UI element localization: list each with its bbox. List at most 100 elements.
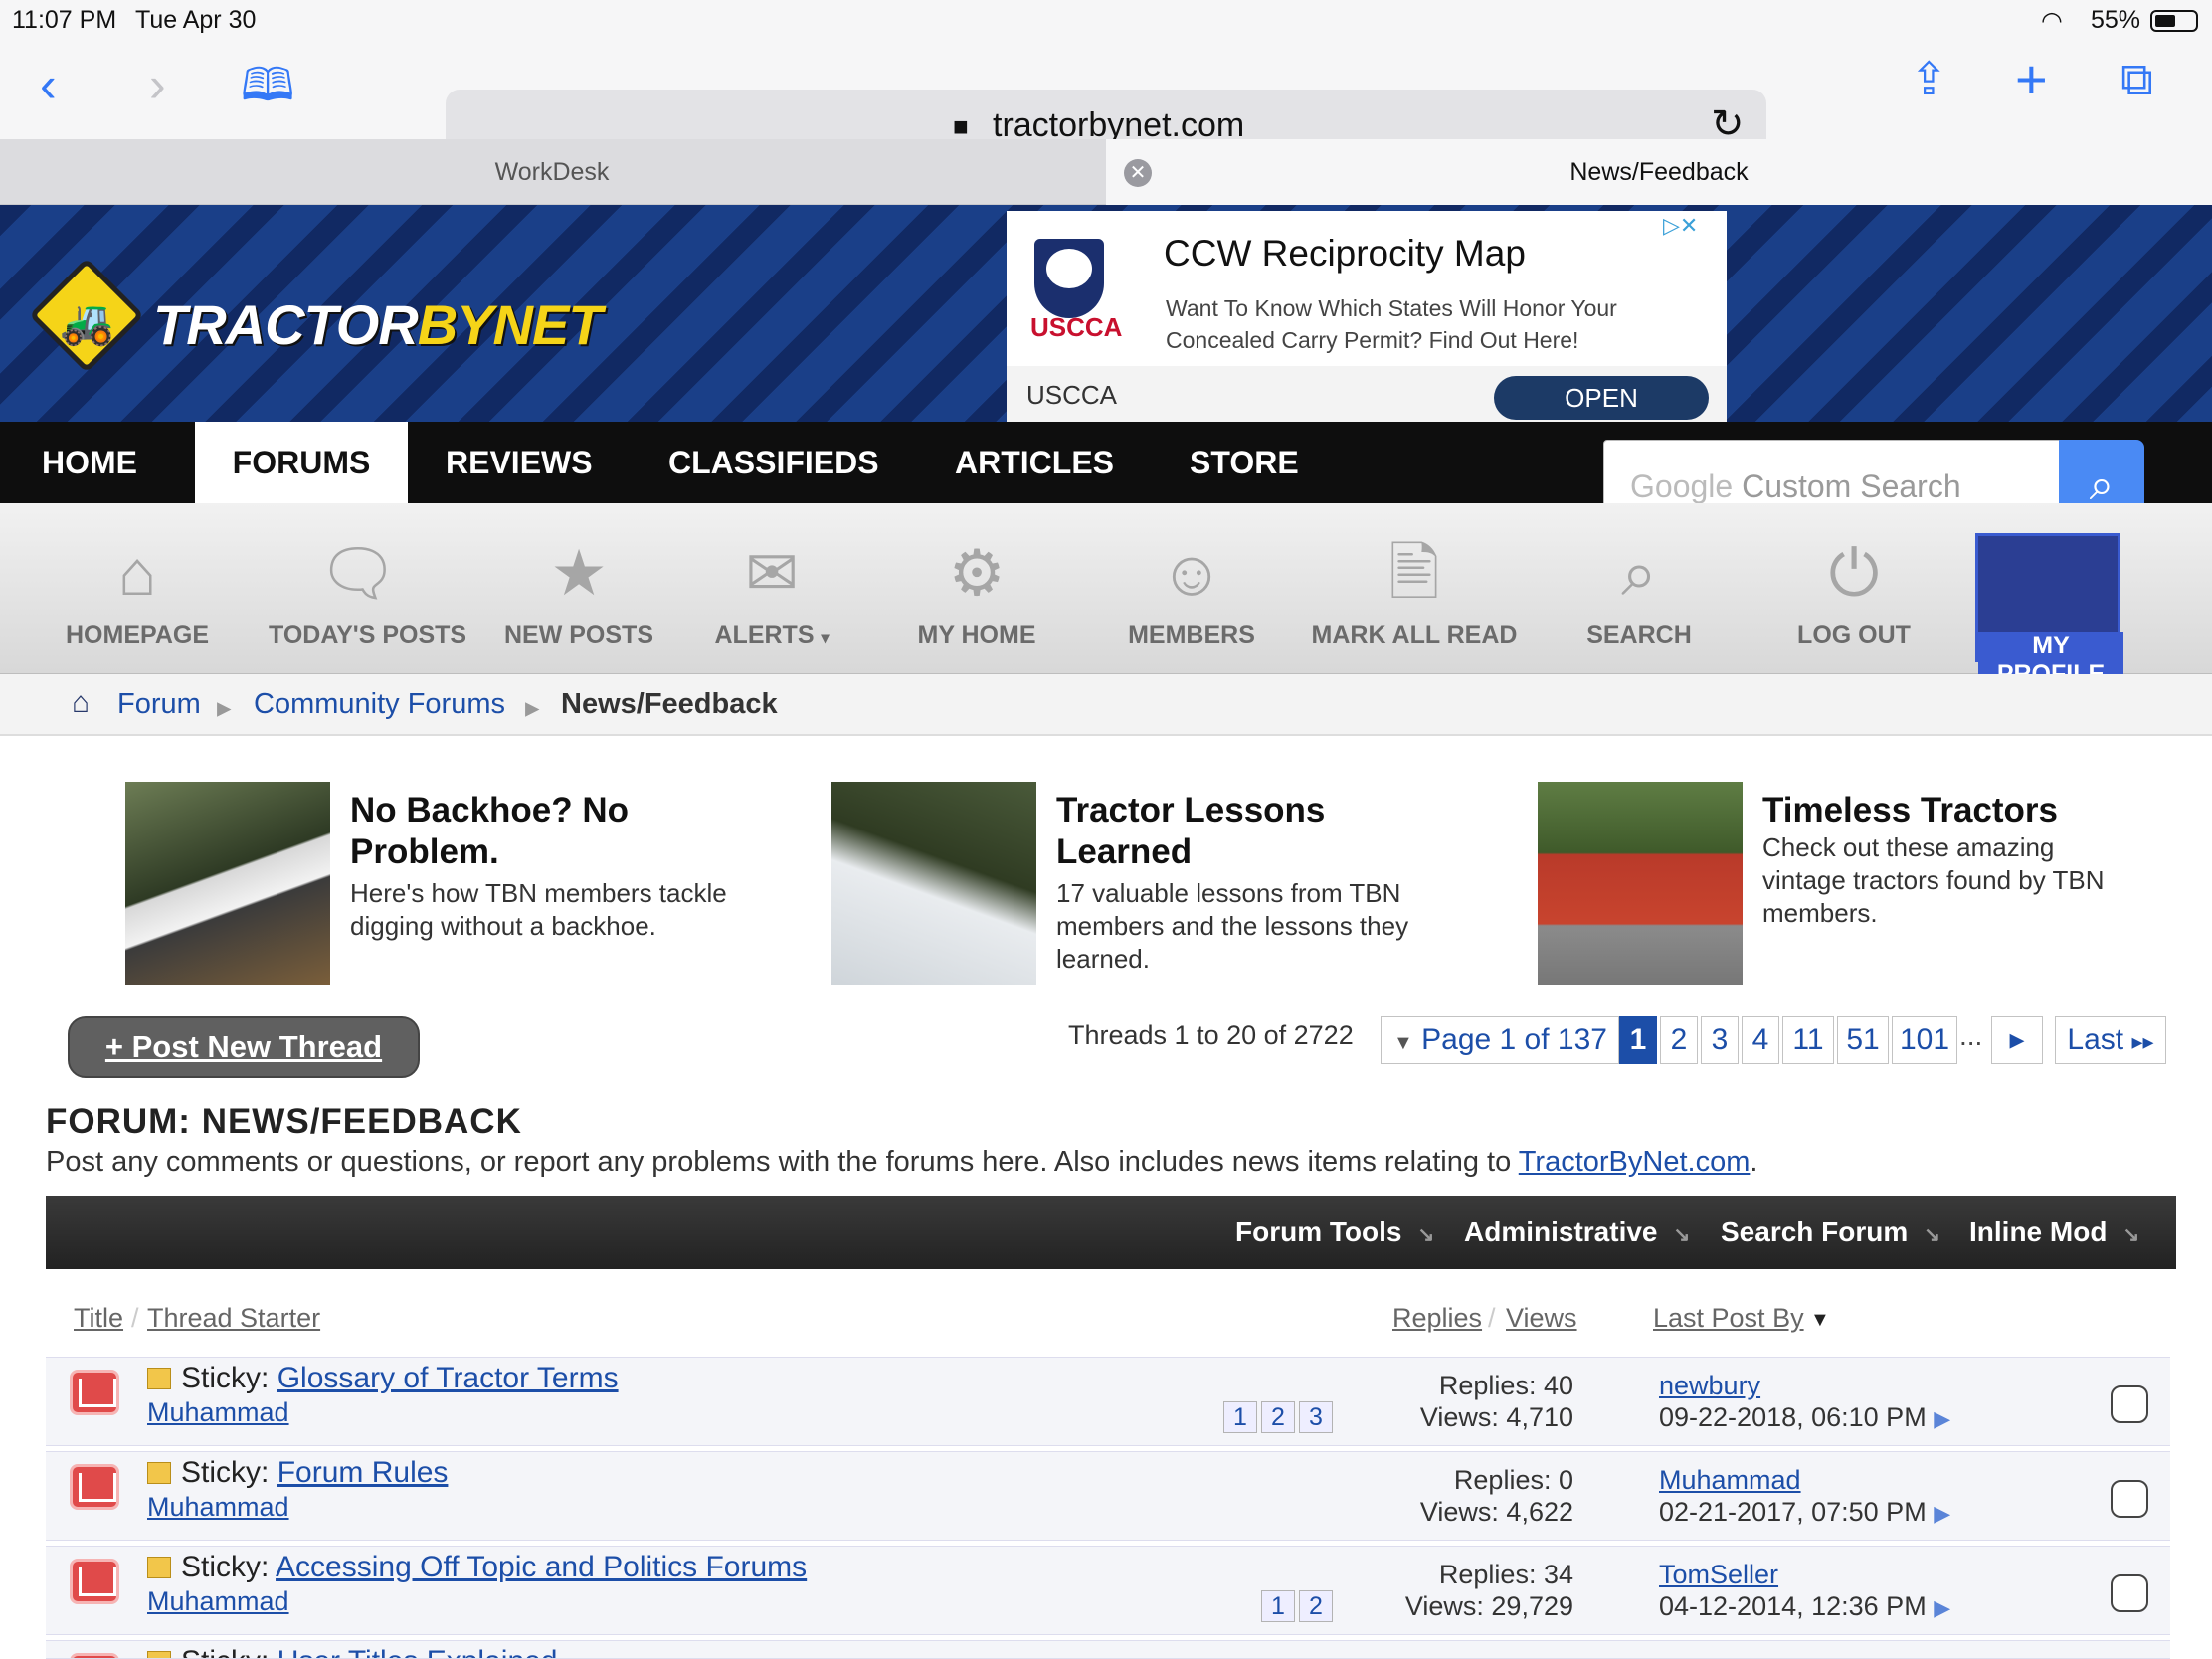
promo-image[interactable] [125,782,330,985]
subnav-new-posts[interactable]: ★ NEW POSTS [489,533,668,649]
thread-select-checkbox[interactable] [2111,1385,2148,1423]
thread-link[interactable]: Forum Rules [277,1456,449,1489]
thread-select-checkbox[interactable] [2111,1574,2148,1612]
subnav-label: TODAY'S POSTS [269,621,467,648]
table-row[interactable]: Sticky: Forum Rules Muhammad Replies: 0V… [46,1451,2170,1541]
page-link[interactable]: 2 [1660,1016,1698,1064]
home-icon[interactable]: ⌂ [72,686,90,720]
go-to-last-post-icon[interactable]: ▶ [1934,1595,1950,1620]
subnav-homepage[interactable]: ⌂ HOMEPAGE [48,533,227,649]
ad-open-button[interactable]: OPEN [1494,376,1709,420]
thread-link[interactable]: User Titles Explained [277,1645,558,1658]
subnav-label: MEMBERS [1128,621,1255,648]
thread-link[interactable]: Glossary of Tractor Terms [277,1362,619,1394]
promo-image[interactable] [1538,782,1743,985]
go-to-last-post-icon[interactable]: ▶ [1934,1406,1950,1431]
page-link[interactable]: 101 [1892,1016,1957,1064]
next-page-button[interactable]: ▸ [1991,1016,2043,1064]
page-link[interactable]: 3 [1701,1016,1739,1064]
last-post-date: 04-12-2014, 12:36 PM [1659,1591,1927,1621]
tractor-icon: 🚜 [60,298,114,347]
last-post-user[interactable]: newbury [1659,1371,1760,1400]
subnav-label: MARK ALL READ [1311,621,1518,648]
sort-title[interactable]: Title [74,1303,123,1334]
subnav-my-profile[interactable]: MY PROFILE [1975,533,2123,689]
breadcrumb-community-forums[interactable]: Community Forums [254,688,505,721]
thread-starter[interactable]: Muhammad [147,1397,289,1428]
nav-home[interactable]: HOME [42,422,181,503]
thread-starter[interactable]: Muhammad [147,1586,289,1617]
subnav-label: HOMEPAGE [66,621,209,648]
subnav-members[interactable]: ☺ MEMBERS [1102,533,1281,649]
page-link[interactable]: 1 [1619,1016,1657,1064]
nav-store[interactable]: STORE [1190,422,1309,503]
pagination-ellipsis: ... [1959,1020,1983,1051]
sort-thread-starter[interactable]: Thread Starter [147,1303,320,1334]
table-row[interactable]: Sticky: Accessing Off Topic and Politics… [46,1546,2170,1635]
sort-last-post[interactable]: Last Post By [1653,1303,1804,1334]
subnav-search[interactable]: ⌕ SEARCH [1550,533,1729,649]
last-post: Muhammad 02-21-2017, 07:50 PM ▶ [1659,1464,1950,1530]
thread-page-link[interactable]: 1 [1261,1590,1295,1622]
page-link[interactable]: 4 [1742,1016,1779,1064]
promo-title[interactable]: Tractor Lessons Learned [1056,790,1434,873]
nav-label: CLASSIFIEDS [668,445,879,480]
forum-tools-menu[interactable]: Forum Tools ↘ [1235,1216,1434,1248]
google-label: Google [1630,468,1734,504]
back-icon[interactable]: ‹ [40,60,57,109]
thread-link[interactable]: Accessing Off Topic and Politics Forums [276,1551,807,1583]
share-icon[interactable]: ⇪ [1910,56,1948,101]
tabs-icon[interactable]: ⧉ [2120,56,2153,101]
page-jump-dropdown[interactable]: ▼ Page 1 of 137 [1381,1016,1619,1064]
promo-card[interactable]: Tractor Lessons Learned 17 valuable less… [831,782,1448,985]
last-page-button[interactable]: Last ▸▸ [2055,1016,2166,1064]
ad-banner[interactable]: USCCA CCW Reciprocity Map Want To Know W… [1007,211,1727,422]
breadcrumb-forum[interactable]: Forum [117,688,201,721]
sort-replies[interactable]: Replies [1392,1303,1482,1334]
views-count: Views: 29,729 [1404,1591,1573,1621]
nav-reviews[interactable]: REVIEWS [446,422,615,503]
subnav-mark-all-read[interactable]: 🖹 MARK ALL READ [1305,533,1524,649]
thread-starter[interactable]: Muhammad [147,1492,289,1523]
nav-articles[interactable]: ARTICLES [955,422,1134,503]
last-post-user[interactable]: Muhammad [1659,1465,1801,1495]
sticky-icon [147,1557,171,1578]
new-tab-icon[interactable]: + [2015,52,2048,107]
last-post-user[interactable]: TomSeller [1659,1560,1778,1589]
post-new-thread-button[interactable]: + Post New Thread [68,1016,420,1078]
promo-card[interactable]: Timeless Tractors Check out these amazin… [1538,782,2154,985]
search-forum-menu[interactable]: Search Forum ↘ [1721,1216,1940,1248]
subnav-todays-posts[interactable]: 🗨 TODAY'S POSTS [269,533,467,649]
inline-mod-menu[interactable]: Inline Mod ↘ [1969,1216,2139,1248]
nav-forums[interactable]: FORUMS [195,422,408,503]
ad-close-icon[interactable]: ▷✕ [1663,213,1698,239]
threads-count: Threads 1 to 20 of 2722 [1068,1020,1354,1050]
tab-workdesk[interactable]: WorkDesk [0,139,1104,205]
subnav-alerts[interactable]: ✉ ALERTS ▾ [682,533,861,649]
table-row[interactable]: Sticky: User Titles Explained [46,1640,2170,1659]
ad-title[interactable]: CCW Reciprocity Map [1164,233,1526,275]
go-to-last-post-icon[interactable]: ▶ [1934,1501,1950,1526]
sort-views[interactable]: Views [1506,1303,1577,1334]
forum-site-link[interactable]: TractorByNet.com [1519,1146,1751,1178]
thread-select-checkbox[interactable] [2111,1480,2148,1518]
subnav-my-home[interactable]: ⚙ MY HOME [887,533,1066,649]
tab-news-feedback[interactable]: News/Feedback [1106,139,2212,205]
promo-title[interactable]: No Backhoe? No Problem. [350,790,728,873]
bookmarks-icon[interactable]: 🕮 [241,62,294,107]
table-row[interactable]: Sticky: Glossary of Tractor Terms Muhamm… [46,1357,2170,1446]
page-link[interactable]: 11 [1782,1016,1834,1064]
close-tab-icon[interactable]: ✕ [1124,159,1152,187]
nav-classifieds[interactable]: CLASSIFIEDS [668,422,897,503]
promo-title[interactable]: Timeless Tractors [1762,790,2140,831]
sticky-icon [147,1368,171,1389]
thread-page-link[interactable]: 2 [1261,1401,1295,1433]
page-link[interactable]: 51 [1837,1016,1889,1064]
subnav-log-out[interactable]: ⏻ LOG OUT [1764,533,1943,649]
menu-label: Inline Mod [1969,1216,2108,1247]
promo-image[interactable] [831,782,1036,985]
promo-card[interactable]: No Backhoe? No Problem. Here's how TBN m… [125,782,742,985]
thread-page-link[interactable]: 1 [1223,1401,1257,1433]
forward-icon[interactable]: › [149,60,166,109]
administrative-menu[interactable]: Administrative ↘ [1464,1216,1690,1248]
